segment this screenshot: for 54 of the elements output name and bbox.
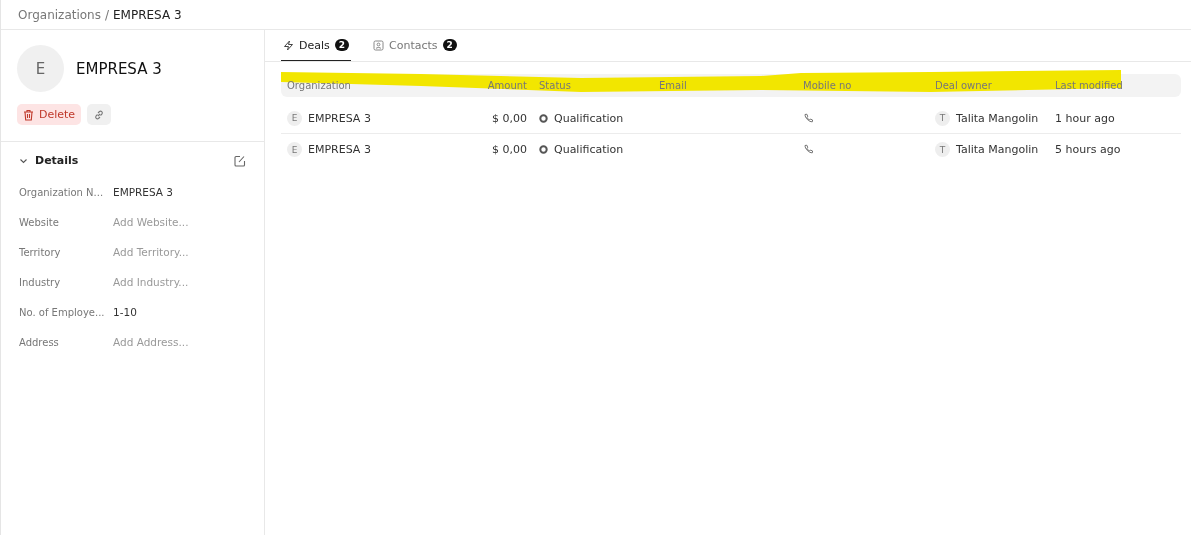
field-label: No. of Employe... [19,306,106,318]
field-label: Website [19,216,60,228]
user-avatar: T [935,142,950,157]
table-cell: EMPRESA 3 [308,143,371,156]
organization-name: EMPRESA 3 [76,59,162,78]
copy-link-button[interactable] [87,104,112,125]
field-input[interactable]: Add Industry... [113,276,253,288]
table-cell: Talita Mangolin [956,111,1039,125]
details-toggle[interactable]: Details [19,154,79,167]
organization-avatar: E [287,110,302,126]
lightning-icon [283,39,294,51]
link-icon [93,108,106,121]
table-cell-text: 5 hours ago [1055,143,1122,156]
column-header: Mobile no [803,80,853,91]
organization-avatar: E [17,45,64,92]
table-cell: Qualification [554,111,624,125]
contact-card-icon [373,39,385,51]
column-header: Organization [287,80,352,91]
field-label: Territory [19,246,62,258]
column-header: Email [659,80,688,91]
tab[interactable]: Contacts 2 [371,30,459,61]
field-input[interactable]: EMPRESA 3 [113,186,253,198]
trash-icon [23,108,34,121]
phone-icon [803,144,814,155]
table-cell: Talita Mangolin [956,143,1039,156]
count-badge: 2 [334,39,350,51]
breadcrumb-current: EMPRESA 3 [113,7,182,22]
chevron-icon [19,157,28,164]
organization-avatar: E [287,142,302,157]
breadcrumb-link[interactable]: Organizations [18,7,101,22]
status-ring-icon [539,145,548,154]
field-input[interactable]: 1-10 [113,306,253,318]
field-label: Organization N... [19,186,105,198]
field-label: Address [19,336,60,348]
table-cell: Qualification [554,143,624,156]
tab[interactable]: Deals 2 [281,30,352,61]
count-badge: 2 [442,39,457,51]
delete-button[interactable]: Delete [17,104,82,125]
column-header: Amount [486,80,528,91]
field-input[interactable]: Add Address... [113,336,253,348]
user-avatar: T [935,110,950,126]
field-input[interactable]: Add Territory... [113,246,253,258]
field-input[interactable]: Add Website... [113,216,253,228]
phone-icon [803,112,814,124]
field-label: Industry [19,276,62,288]
edit-icon[interactable] [234,154,246,167]
table-cell-text: $ 0,00 [491,111,528,125]
table-cell-text: 1 hour ago [1055,111,1116,125]
column-header: Deal owner [935,80,993,91]
table-cell-text: $ 0,00 [491,143,528,156]
status-ring-icon [539,113,548,123]
table-cell: EMPRESA 3 [308,111,371,125]
column-header: Status [539,80,572,91]
breadcrumb-separator: / [104,7,109,22]
